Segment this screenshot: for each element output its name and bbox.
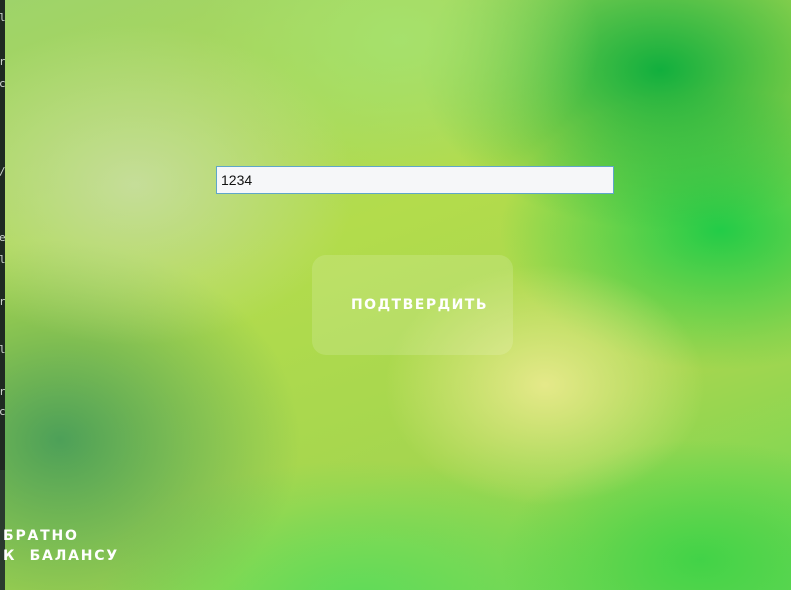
background-window-edge: l r c / e l r l r c — [0, 0, 5, 470]
edge-glyph: l — [0, 253, 5, 266]
back-to-balance-link[interactable]: БРАТНО К БАЛАНСУ — [3, 526, 119, 566]
edge-glyph: r — [0, 385, 5, 398]
edge-glyph: / — [0, 166, 5, 178]
confirm-button[interactable]: ПОДТВЕРДИТЬ — [312, 255, 513, 355]
edge-glyph: l — [0, 343, 5, 356]
confirm-button-label: ПОДТВЕРДИТЬ — [350, 297, 489, 313]
back-link-line-2: К БАЛАНСУ — [3, 548, 119, 564]
edge-glyph: e — [0, 231, 5, 244]
edge-glyph: r — [0, 295, 5, 308]
edge-glyph: c — [0, 77, 5, 90]
edge-glyph: r — [0, 55, 5, 68]
back-link-line-1: БРАТНО — [3, 528, 79, 544]
edge-glyph: l — [0, 11, 5, 24]
code-input[interactable] — [216, 166, 614, 194]
edge-glyph: c — [0, 405, 5, 418]
